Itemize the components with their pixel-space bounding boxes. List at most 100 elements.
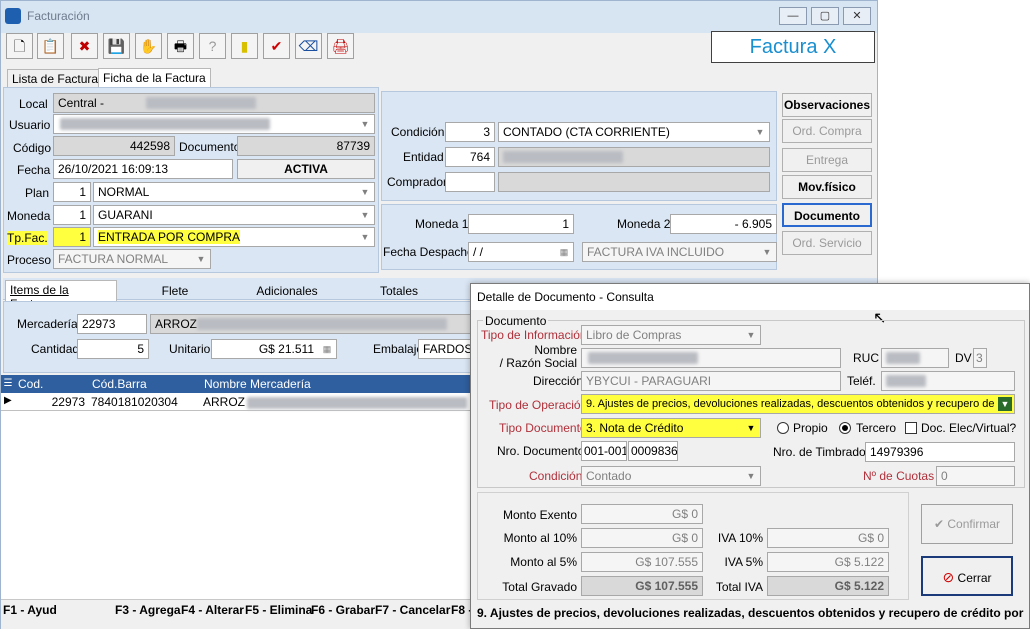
tab-lista-facturas[interactable]: Lista de Facturas <box>7 69 110 89</box>
grid-header-codbarra[interactable]: Cód.Barra <box>89 375 201 393</box>
moneda1-field[interactable]: 1 <box>468 214 574 234</box>
checkmark-icon[interactable]: ✔ <box>263 33 290 59</box>
nombre-field <box>581 348 841 368</box>
printer-icon[interactable]: 🖶 <box>167 33 194 59</box>
copy-document-icon[interactable]: 📋 <box>37 33 64 59</box>
observaciones-button[interactable]: Observaciones <box>782 93 872 117</box>
f6-grabar[interactable]: F6 - Grabar <box>311 603 375 617</box>
tab-adicionales[interactable]: Adicionales <box>231 282 343 300</box>
entidad-code[interactable]: 764 <box>445 147 495 167</box>
cuotas-label: Nº de Cuotas <box>863 469 935 483</box>
comprador-code[interactable] <box>445 172 495 192</box>
grid-header-nombre[interactable]: Nombre Mercadería <box>201 375 471 393</box>
dv-field: 3 <box>973 348 987 368</box>
moneda2-field[interactable]: - 6.905 <box>670 214 777 234</box>
condicion-code[interactable]: 3 <box>445 122 495 142</box>
redacted-nombre <box>588 352 698 364</box>
chevron-down-icon: ▼ <box>360 210 370 220</box>
calculator-icon[interactable]: ▦ <box>320 342 334 356</box>
row-nombre: ARROZ <box>203 395 245 409</box>
fingerprint-icon[interactable]: ✋ <box>135 33 162 59</box>
estado-badge: ACTIVA <box>237 159 375 179</box>
tipo-info-value: Libro de Compras <box>586 328 682 342</box>
help-icon[interactable]: ? <box>199 33 226 59</box>
tpfac-select[interactable]: ENTRADA POR COMPRA ▼ <box>93 227 375 247</box>
unitario-label: Unitario <box>169 342 211 356</box>
tab-totales[interactable]: Totales <box>343 282 455 300</box>
chevron-down-icon: ▼ <box>360 187 370 197</box>
plan-code[interactable]: 1 <box>53 182 91 202</box>
tipo-info-select[interactable]: Libro de Compras ▼ <box>581 325 761 345</box>
f7-cancelar[interactable]: F7 - Cancelar <box>375 603 450 617</box>
tpfac-code[interactable]: 1 <box>53 227 91 247</box>
plan-select[interactable]: NORMAL ▼ <box>93 182 375 202</box>
redacted-ruc <box>886 352 920 364</box>
embalaje-field[interactable]: FARDOS D <box>418 339 472 359</box>
maximize-button[interactable]: ▢ <box>811 7 839 25</box>
total-iva-label: Total IVA <box>715 580 763 594</box>
new-document-icon[interactable]: 🗋 <box>6 33 33 59</box>
cantidad-field[interactable]: 5 <box>77 339 149 359</box>
confirmar-button[interactable]: ✔ Confirmar <box>921 504 1013 544</box>
usuario-select[interactable]: ▼ <box>53 114 375 134</box>
documento-button[interactable]: Documento <box>782 203 872 227</box>
ord-servicio-button[interactable]: Ord. Servicio <box>782 231 872 255</box>
tipo-operacion-value: 9. Ajustes de precios, devoluciones real… <box>586 398 1004 410</box>
dv-label: DV <box>955 351 972 365</box>
tpfac-label: Tp.Fac. <box>7 231 48 245</box>
tab-flete[interactable]: Flete <box>119 282 231 300</box>
monto-exento-label: Monto Exento <box>502 508 577 522</box>
doc-elec-checkbox[interactable] <box>905 422 917 434</box>
moneda-value: GUARANI <box>98 208 153 222</box>
telef-label: Teléf. <box>847 374 876 388</box>
chevron-down-icon: ▼ <box>360 232 370 242</box>
fecha-despacho-value: / / <box>473 245 484 259</box>
nro-documento-serie[interactable]: 001-001 <box>581 441 627 461</box>
f1-ayuda[interactable]: F1 - Ayud <box>3 603 57 617</box>
save-disk-icon[interactable]: 💾 <box>103 33 130 59</box>
condicion-select[interactable]: CONTADO (CTA CORRIENTE) ▼ <box>498 122 770 142</box>
total-gravado-label: Total Gravado <box>502 580 577 594</box>
condicion-dlg-select[interactable]: Contado ▼ <box>581 466 761 486</box>
cerrar-button[interactable]: ⊘ Cerrar <box>921 556 1013 596</box>
exit-door-icon[interactable]: ▮ <box>231 33 258 59</box>
calendar-icon[interactable]: ▦ <box>557 245 571 259</box>
propio-radio[interactable] <box>777 422 789 434</box>
tercero-radio[interactable] <box>839 422 851 434</box>
proceso-select[interactable]: FACTURA NORMAL ▼ <box>53 249 211 269</box>
tab-ficha-factura[interactable]: Ficha de la Factura <box>98 68 211 88</box>
f5-eliminar[interactable]: F5 - Elimina <box>245 603 312 617</box>
ord-compra-button[interactable]: Ord. Compra <box>782 119 872 143</box>
redacted-mercaderia <box>197 318 447 330</box>
fecha-despacho-field[interactable]: / / ▦ <box>468 242 574 262</box>
timbrado-field[interactable]: 14979396 <box>865 442 1015 462</box>
comprador-label: Comprador <box>387 175 448 189</box>
table-row[interactable]: ▶ 22973 7840181020304 ARROZ <box>1 393 471 411</box>
f3-agregar[interactable]: F3 - Agrega <box>115 603 181 617</box>
print-preview-icon[interactable]: 🖨 <box>327 33 354 59</box>
iva-value: FACTURA IVA INCLUIDO <box>587 245 725 259</box>
direccion-label: Dirección <box>533 374 584 388</box>
eraser-icon[interactable]: ⌫ <box>295 33 322 59</box>
moneda-select[interactable]: GUARANI ▼ <box>93 205 375 225</box>
fecha-field[interactable]: 26/10/2021 16:09:13 <box>53 159 233 179</box>
f4-alterar[interactable]: F4 - Alterar <box>181 603 244 617</box>
monto10-label: Monto al 10% <box>503 531 577 545</box>
unitario-field[interactable]: G$ 21.511 ▦ <box>211 339 337 359</box>
mov-fisico-button[interactable]: Mov.físico <box>782 175 872 199</box>
close-button[interactable]: ✕ <box>843 7 871 25</box>
condicion-dlg-label: Condición <box>529 469 583 483</box>
grid-header-cod[interactable]: Cod. <box>15 375 89 393</box>
delete-document-icon[interactable]: ✖ <box>71 33 98 59</box>
iva-select[interactable]: FACTURA IVA INCLUIDO ▼ <box>582 242 777 262</box>
tipo-documento-select[interactable]: 3. Nota de Crédito ▼ <box>581 418 761 438</box>
minimize-button[interactable]: — <box>779 7 807 25</box>
mercaderia-code[interactable]: 22973 <box>77 314 147 334</box>
mercaderia-name: ARROZ <box>155 317 197 331</box>
direccion-field: YBYCUI - PARAGUARI <box>581 371 841 391</box>
local-field: Central - <box>53 93 375 113</box>
tipo-operacion-select[interactable]: 9. Ajustes de precios, devoluciones real… <box>581 394 1015 414</box>
nro-documento-numero[interactable]: 0009836 <box>628 441 678 461</box>
entrega-button[interactable]: Entrega <box>782 148 872 172</box>
moneda-code[interactable]: 1 <box>53 205 91 225</box>
